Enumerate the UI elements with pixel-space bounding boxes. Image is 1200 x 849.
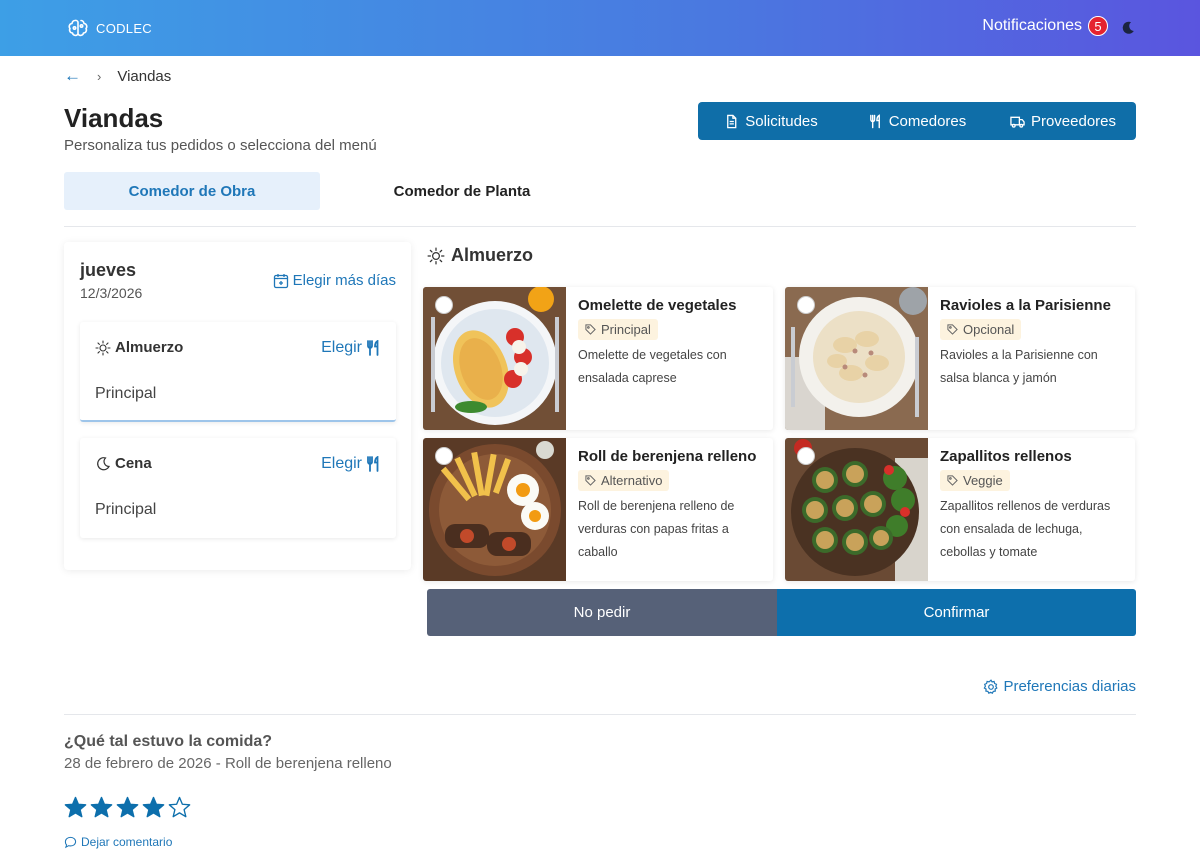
daily-preferences-link[interactable]: Preferencias diarias bbox=[983, 678, 1136, 695]
solicitudes-label: Solicitudes bbox=[745, 112, 818, 130]
star-filled-icon[interactable] bbox=[116, 796, 139, 819]
meal-lunch: Almuerzo Elegir Principal bbox=[80, 322, 396, 422]
day-card: jueves 12/3/2026 Elegir más días Almuerz… bbox=[64, 242, 411, 570]
meal-lunch-choose-button[interactable]: Elegir bbox=[321, 339, 380, 357]
rating-stars bbox=[64, 796, 191, 819]
brain-icon bbox=[68, 19, 88, 37]
meal-dinner-value: Principal bbox=[95, 501, 157, 518]
meal-lunch-value: Principal bbox=[95, 385, 157, 402]
meal-dinner-choose-label: Elegir bbox=[321, 455, 362, 472]
tag-icon bbox=[585, 475, 596, 486]
daily-preferences-label: Preferencias diarias bbox=[1003, 678, 1136, 695]
choose-more-days-label: Elegir más días bbox=[292, 272, 396, 289]
star-filled-icon[interactable] bbox=[142, 796, 165, 819]
notifications-button[interactable]: Notificaciones 5 bbox=[982, 16, 1108, 36]
dish-tag: Alternativo bbox=[578, 470, 670, 491]
back-arrow-icon[interactable]: ← bbox=[64, 66, 81, 86]
dish-title: Zapallitos rellenos bbox=[940, 448, 1072, 465]
proveedores-button[interactable]: Proveedores bbox=[990, 102, 1136, 140]
rating-subtitle: 28 de febrero de 2026 - Roll de berenjen… bbox=[64, 755, 392, 772]
dish-card[interactable]: Ravioles a la Parisienne Opcional Raviol… bbox=[785, 287, 1135, 430]
meal-lunch-name: Almuerzo bbox=[115, 339, 184, 356]
dish-tag-label: Opcional bbox=[963, 322, 1015, 337]
solicitudes-button[interactable]: Solicitudes bbox=[698, 102, 844, 140]
dish-card[interactable]: Zapallitos rellenos Veggie Zapallitos re… bbox=[785, 438, 1135, 581]
confirm-button[interactable]: Confirmar bbox=[777, 589, 1136, 636]
gear-icon bbox=[984, 678, 999, 694]
notifications-badge: 5 bbox=[1088, 16, 1108, 36]
no-order-button[interactable]: No pedir bbox=[427, 589, 777, 636]
divider bbox=[64, 714, 1136, 715]
day-name: jueves bbox=[80, 260, 137, 280]
dish-title: Ravioles a la Parisienne bbox=[940, 297, 1111, 314]
dish-description: Zapallitos rellenos de verduras con ensa… bbox=[940, 499, 1111, 559]
meal-lunch-choose-label: Elegir bbox=[321, 339, 362, 356]
dish-tag-label: Veggie bbox=[963, 473, 1003, 488]
star-empty-icon[interactable] bbox=[168, 796, 191, 819]
sun-icon bbox=[427, 247, 445, 264]
tab-comedor-de-planta[interactable]: Comedor de Planta bbox=[334, 172, 590, 210]
breadcrumb: ← › Viandas bbox=[64, 66, 171, 86]
brand-name: CODLEC bbox=[96, 20, 152, 36]
dish-tag-label: Principal bbox=[601, 322, 651, 337]
moon-outline-icon bbox=[97, 456, 110, 470]
dish-tag: Principal bbox=[578, 319, 658, 340]
utensils-icon bbox=[869, 113, 880, 128]
utensils-icon bbox=[367, 456, 379, 472]
dish-select-radio[interactable] bbox=[797, 447, 815, 465]
brand-logo[interactable]: CODLEC bbox=[66, 16, 152, 40]
dish-tag-label: Alternativo bbox=[601, 473, 663, 488]
moon-icon[interactable] bbox=[1120, 20, 1136, 36]
divider bbox=[64, 226, 1136, 227]
meal-lunch-header: Almuerzo bbox=[95, 339, 183, 356]
notifications-label: Notificaciones bbox=[982, 17, 1082, 34]
comment-icon bbox=[64, 836, 77, 848]
truck-icon bbox=[1010, 116, 1025, 128]
menu-section-header: Almuerzo bbox=[427, 245, 533, 266]
meal-dinner-name: Cena bbox=[115, 455, 152, 472]
choose-more-days-button[interactable]: Elegir más días bbox=[273, 272, 396, 289]
tag-icon bbox=[947, 324, 958, 335]
meal-dinner-choose-button[interactable]: Elegir bbox=[321, 455, 380, 473]
top-navbar: CODLEC Notificaciones 5 bbox=[0, 0, 1200, 56]
star-filled-icon[interactable] bbox=[90, 796, 113, 819]
leave-comment-link[interactable]: Dejar comentario bbox=[64, 835, 172, 849]
day-date: 12/3/2026 bbox=[80, 285, 143, 301]
tag-icon bbox=[947, 475, 958, 486]
chevron-right-icon: › bbox=[97, 68, 102, 84]
tag-icon bbox=[585, 324, 596, 335]
star-filled-icon[interactable] bbox=[64, 796, 87, 819]
dish-select-radio[interactable] bbox=[435, 296, 453, 314]
page-title: Viandas bbox=[64, 103, 164, 133]
comedores-label: Comedores bbox=[888, 112, 967, 130]
meal-dinner: Cena Elegir Principal bbox=[80, 438, 396, 538]
dish-description: Ravioles a la Parisienne con salsa blanc… bbox=[940, 348, 1098, 385]
menu-section-title: Almuerzo bbox=[451, 245, 534, 265]
dish-description: Omelette de vegetales con ensalada capre… bbox=[578, 348, 727, 385]
dish-description: Roll de berenjena relleno de verduras co… bbox=[578, 499, 735, 559]
dish-select-radio[interactable] bbox=[435, 447, 453, 465]
proveedores-label: Proveedores bbox=[1030, 112, 1117, 130]
rating-question: ¿Qué tal estuvo la comida? bbox=[64, 733, 273, 750]
breadcrumb-current: Viandas bbox=[117, 67, 172, 85]
document-icon bbox=[727, 114, 737, 128]
sun-icon bbox=[95, 339, 111, 356]
dish-select-radio[interactable] bbox=[797, 296, 815, 314]
dish-title: Roll de berenjena relleno bbox=[578, 448, 757, 465]
dish-tag: Opcional bbox=[940, 319, 1022, 340]
dish-card[interactable]: Omelette de vegetales Principal Omelette… bbox=[423, 287, 773, 430]
page-subtitle: Personaliza tus pedidos o selecciona del… bbox=[64, 137, 377, 154]
comedores-button[interactable]: Comedores bbox=[844, 102, 990, 140]
meal-dinner-header: Cena bbox=[95, 455, 152, 472]
leave-comment-label: Dejar comentario bbox=[81, 835, 173, 849]
dish-tag: Veggie bbox=[940, 470, 1010, 491]
calendar-plus-icon bbox=[273, 273, 288, 288]
dish-title: Omelette de vegetales bbox=[578, 297, 737, 314]
utensils-icon bbox=[367, 340, 379, 356]
action-button-group: Solicitudes Comedores Proveedores bbox=[698, 102, 1136, 140]
tab-comedor-de-obra[interactable]: Comedor de Obra bbox=[64, 172, 320, 210]
dish-card[interactable]: Roll de berenjena relleno Alternativo Ro… bbox=[423, 438, 773, 581]
